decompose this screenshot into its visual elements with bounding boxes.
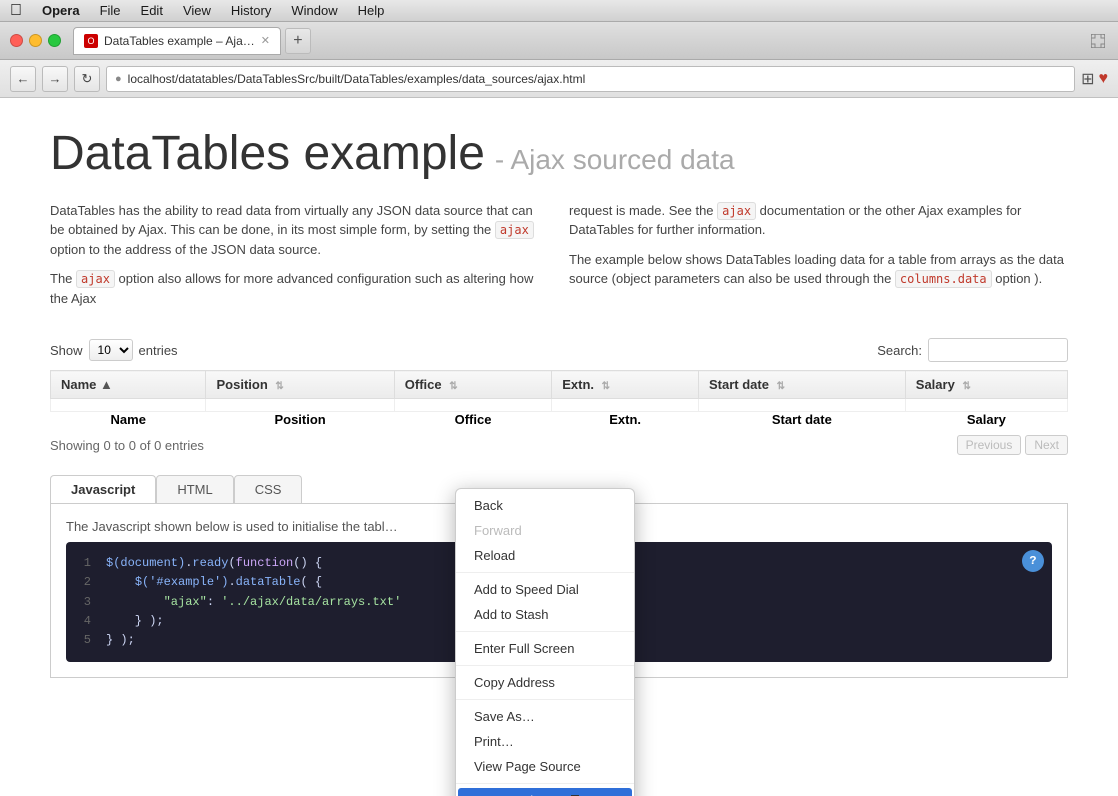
help-menu[interactable]: Help: [358, 3, 385, 18]
entries-select[interactable]: 10 25 50: [89, 339, 133, 361]
columns-data-code: columns.data: [895, 270, 992, 288]
pagination: Previous Next: [957, 435, 1068, 455]
ajax-code-1: ajax: [495, 221, 534, 239]
foot-office: Office: [394, 412, 552, 428]
ctx-fullscreen[interactable]: Enter Full Screen: [456, 636, 634, 661]
active-tab[interactable]: O DataTables example – Aja… ✕: [73, 27, 281, 55]
col-startdate[interactable]: Start date ⇅: [698, 371, 905, 399]
table-footer-row: Name Position Office Extn. Start date Sa…: [51, 412, 1068, 428]
ajax-code-3: ajax: [717, 202, 756, 220]
reload-button[interactable]: ↻: [74, 66, 100, 92]
ctx-view-source[interactable]: View Page Source: [456, 754, 634, 779]
view-menu[interactable]: View: [183, 3, 211, 18]
window-menu[interactable]: Window: [291, 3, 337, 18]
heart-icon[interactable]: ♥: [1099, 70, 1109, 88]
ctx-stash[interactable]: Add to Stash: [456, 602, 634, 627]
description-left: DataTables has the ability to read data …: [50, 201, 549, 319]
fullscreen-button[interactable]: [1088, 33, 1108, 49]
ctx-print[interactable]: Print…: [456, 729, 634, 754]
show-entries-control: Show 10 25 50 entries: [50, 339, 178, 361]
col-position[interactable]: Position ⇅: [206, 371, 394, 399]
table-footer: Showing 0 to 0 of 0 entries Previous Nex…: [50, 435, 1068, 455]
page-title: DataTables example- Ajax sourced data: [50, 128, 1068, 181]
ctx-copy-address[interactable]: Copy Address: [456, 670, 634, 695]
back-button[interactable]: ←: [10, 66, 36, 92]
tab-title: DataTables example – Aja…: [104, 34, 255, 48]
description-right: request is made. See the ajax documentat…: [569, 201, 1068, 319]
cell-name: [51, 399, 206, 412]
ctx-reload[interactable]: Reload: [456, 543, 634, 568]
close-button[interactable]: [10, 34, 23, 47]
cell-startdate: [698, 399, 905, 412]
minimize-button[interactable]: [29, 34, 42, 47]
tab-javascript[interactable]: Javascript: [50, 475, 156, 503]
foot-startdate: Start date: [698, 412, 905, 428]
foot-position: Position: [206, 412, 394, 428]
edit-menu[interactable]: Edit: [141, 3, 163, 18]
table-row: [51, 399, 1068, 412]
nav-bar: ← → ↻ ● localhost/datatables/DataTablesS…: [0, 60, 1118, 98]
cell-position: [206, 399, 394, 412]
url-text: localhost/datatables/DataTablesSrc/built…: [128, 72, 1066, 86]
context-menu: Back Forward Reload Add to Speed Dial Ad…: [455, 488, 635, 796]
col-office[interactable]: Office ⇅: [394, 371, 552, 399]
tab-html[interactable]: HTML: [156, 475, 233, 503]
description-section: DataTables has the ability to read data …: [50, 201, 1068, 319]
foot-extn: Extn.: [552, 412, 699, 428]
address-bar[interactable]: ● localhost/datatables/DataTablesSrc/bui…: [106, 66, 1075, 92]
ctx-sep-1: [456, 572, 634, 573]
datatable: Name ▲ Position ⇅ Office ⇅ Extn. ⇅ Start…: [50, 370, 1068, 427]
tab-css[interactable]: CSS: [234, 475, 303, 503]
foot-salary: Salary: [905, 412, 1067, 428]
browser-window: O DataTables example – Aja… ✕ + ← → ↻ ● …: [0, 22, 1118, 796]
foot-name: Name: [51, 412, 206, 428]
ctx-back[interactable]: Back: [456, 493, 634, 518]
line-numbers: 1 2 3 4 5: [81, 554, 106, 650]
cell-salary: [905, 399, 1067, 412]
showing-text: Showing 0 to 0 of 0 entries: [50, 438, 204, 453]
ctx-sep-5: [456, 783, 634, 784]
apple-menu[interactable]: : [10, 2, 22, 20]
tab-favicon: O: [84, 34, 98, 48]
security-icon: ●: [115, 73, 122, 85]
search-label: Search:: [877, 343, 922, 358]
title-bar: O DataTables example – Aja… ✕ +: [0, 22, 1118, 60]
opera-menu[interactable]: Opera: [42, 3, 80, 18]
cell-extn: [552, 399, 699, 412]
new-tab-button[interactable]: +: [285, 28, 311, 54]
entries-label: entries: [139, 343, 178, 358]
nav-right-controls: ⊞ ♥: [1081, 69, 1108, 89]
ctx-save-as[interactable]: Save As…: [456, 704, 634, 729]
ctx-forward: Forward: [456, 518, 634, 543]
ajax-code-2: ajax: [76, 270, 115, 288]
tab-bar: O DataTables example – Aja… ✕ +: [73, 27, 1080, 55]
datatable-controls: Show 10 25 50 entries Search:: [50, 338, 1068, 362]
traffic-lights: [10, 34, 61, 47]
history-menu[interactable]: History: [231, 3, 271, 18]
col-extn[interactable]: Extn. ⇅: [552, 371, 699, 399]
table-header-row: Name ▲ Position ⇅ Office ⇅ Extn. ⇅ Start…: [51, 371, 1068, 399]
ctx-inspect-element[interactable]: Inspect Element: [458, 788, 632, 796]
grid-icon[interactable]: ⊞: [1081, 69, 1094, 89]
prev-button[interactable]: Previous: [957, 435, 1022, 455]
maximize-button[interactable]: [48, 34, 61, 47]
ctx-sep-4: [456, 699, 634, 700]
help-button[interactable]: ?: [1022, 550, 1044, 572]
file-menu[interactable]: File: [100, 3, 121, 18]
ctx-sep-3: [456, 665, 634, 666]
col-salary[interactable]: Salary ⇅: [905, 371, 1067, 399]
next-button[interactable]: Next: [1025, 435, 1068, 455]
cell-office: [394, 399, 552, 412]
ctx-sep-2: [456, 631, 634, 632]
forward-button[interactable]: →: [42, 66, 68, 92]
search-input[interactable]: [928, 338, 1068, 362]
tab-close-icon[interactable]: ✕: [261, 34, 270, 47]
ctx-speed-dial[interactable]: Add to Speed Dial: [456, 577, 634, 602]
show-label: Show: [50, 343, 83, 358]
search-box: Search:: [877, 338, 1068, 362]
os-menubar:  Opera File Edit View History Window He…: [0, 0, 1118, 22]
col-name[interactable]: Name ▲: [51, 371, 206, 399]
page-content: DataTables example- Ajax sourced data Da…: [0, 98, 1118, 796]
